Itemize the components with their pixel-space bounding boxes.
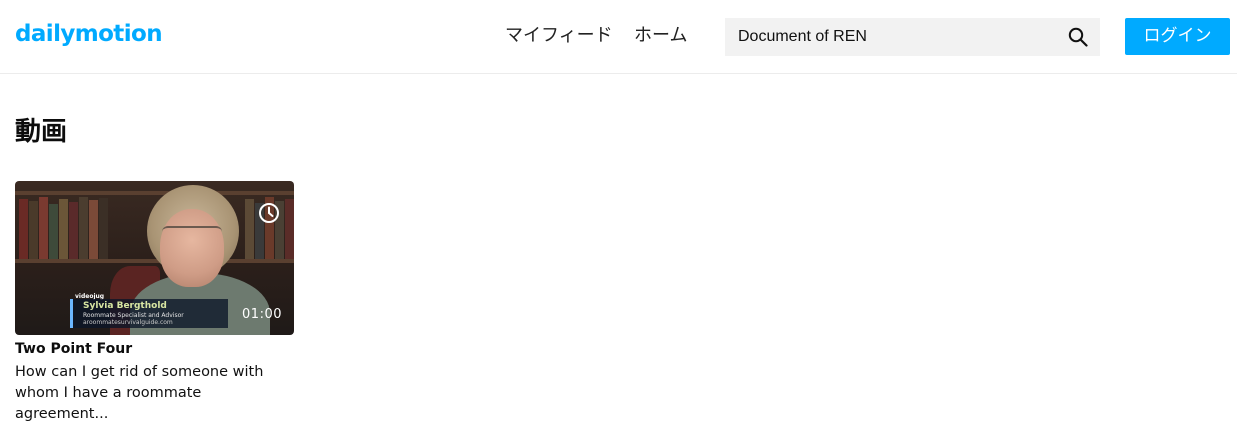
- thumbnail-lower-third: Sylvia Bergthold Roommate Specialist and…: [70, 299, 228, 328]
- book: [39, 197, 48, 259]
- thumbnail-website: aroommatesurvivalguide.com: [83, 319, 173, 326]
- book: [89, 200, 98, 259]
- bookshelf-shelf: [15, 259, 294, 263]
- person-face: [160, 209, 224, 287]
- search-bar[interactable]: Document of REN: [725, 18, 1100, 56]
- nav-home[interactable]: ホーム: [634, 24, 687, 48]
- book: [19, 199, 28, 259]
- video-description-line1: How can I get rid of someone with: [15, 364, 264, 380]
- video-description[interactable]: How can I get rid of someone with whom I…: [15, 362, 297, 425]
- search-input[interactable]: Document of REN: [738, 27, 867, 47]
- book: [69, 202, 78, 259]
- nav-my-feed[interactable]: マイフィード: [505, 24, 613, 48]
- book: [245, 199, 254, 259]
- person-glasses: [162, 226, 222, 242]
- thumbnail-person-name: Sylvia Bergthold: [83, 301, 167, 311]
- book: [79, 197, 88, 259]
- top-header: dailymotion マイフィード ホーム Document of REN ロ…: [0, 0, 1237, 74]
- watch-later-clock-icon[interactable]: [258, 202, 280, 224]
- book: [59, 199, 68, 259]
- book: [29, 201, 38, 259]
- login-button[interactable]: ログイン: [1125, 18, 1230, 55]
- dailymotion-logo[interactable]: dailymotion: [15, 19, 163, 49]
- video-card[interactable]: videojug Sylvia Bergthold Roommate Speci…: [15, 181, 294, 422]
- thumbnail-person-title: Roommate Specialist and Advisor: [83, 312, 184, 319]
- book: [99, 198, 108, 259]
- video-description-line2: whom I have a roommate agreement...: [15, 385, 202, 422]
- video-duration: 01:00: [242, 307, 282, 322]
- video-thumbnail[interactable]: videojug Sylvia Bergthold Roommate Speci…: [15, 181, 294, 335]
- book: [49, 204, 58, 259]
- book: [285, 199, 294, 259]
- video-owner[interactable]: Two Point Four: [15, 341, 132, 358]
- search-icon[interactable]: [1068, 27, 1088, 47]
- section-title: 動画: [15, 117, 68, 147]
